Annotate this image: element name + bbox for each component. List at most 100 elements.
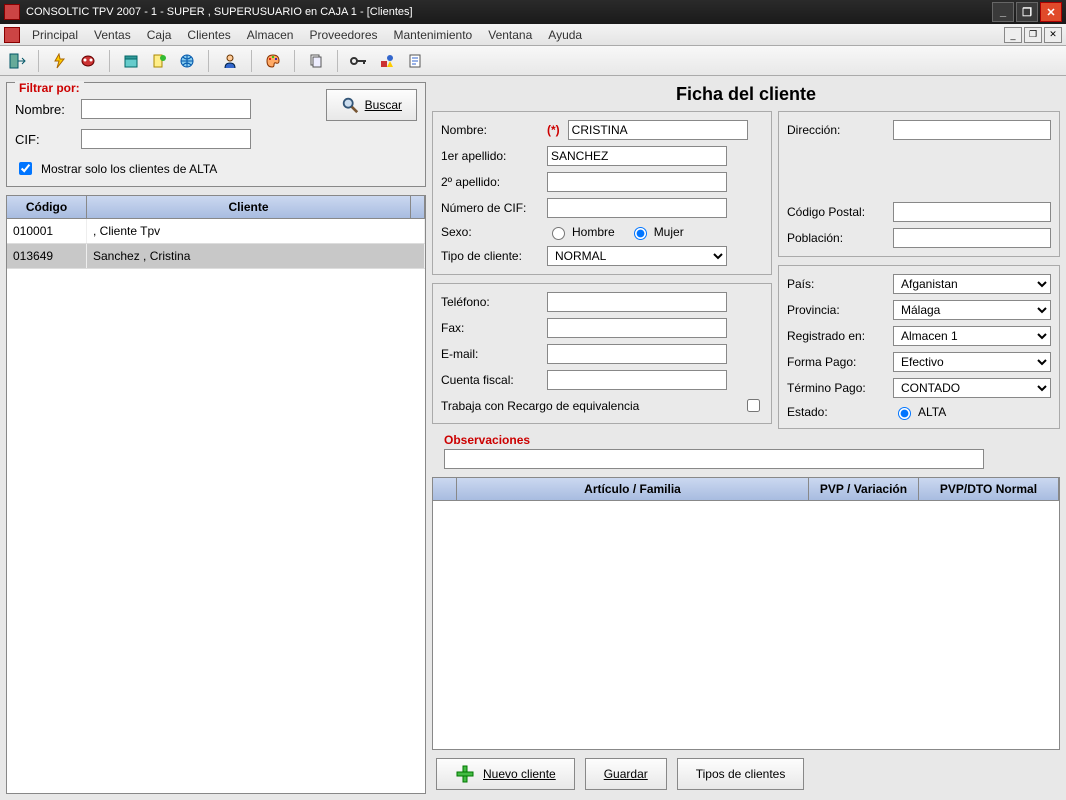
label-cp: Código Postal:	[787, 205, 887, 219]
client-grid-body: 010001, Cliente Tpv013649Sanchez , Crist…	[7, 219, 425, 269]
label-fax: Fax:	[441, 321, 541, 335]
menu-ayuda[interactable]: Ayuda	[540, 25, 590, 45]
input-ape1[interactable]	[547, 146, 727, 166]
filter-nombre-input[interactable]	[81, 99, 251, 119]
toolbar-palette-icon[interactable]	[262, 50, 284, 72]
mdi-icon	[4, 27, 20, 43]
label-registrado: Registrado en:	[787, 329, 887, 343]
toolbar-shapes-icon[interactable]	[376, 50, 398, 72]
filter-nombre-label: Nombre:	[15, 102, 75, 117]
menu-mantenimiento[interactable]: Mantenimiento	[386, 25, 481, 45]
label-cuenta: Cuenta fiscal:	[441, 373, 541, 387]
input-cif[interactable]	[547, 198, 727, 218]
input-cuenta[interactable]	[547, 370, 727, 390]
app-icon	[4, 4, 20, 20]
radio-hombre[interactable]	[552, 227, 565, 240]
group-contact: Teléfono: Fax: E-mail: Cuenta fiscal: Tr…	[432, 283, 772, 424]
toolbar-globe-icon[interactable]	[176, 50, 198, 72]
cell-cliente: Sanchez , Cristina	[87, 244, 425, 268]
content-area: Filtrar por: Nombre: CIF: Buscar	[0, 76, 1066, 800]
filter-alta-label: Mostrar solo los clientes de ALTA	[41, 162, 217, 176]
radio-alta[interactable]	[898, 407, 911, 420]
input-observaciones[interactable]	[444, 449, 984, 469]
mdi-close-button[interactable]: ✕	[1044, 27, 1062, 43]
toolbar-user-icon[interactable]	[219, 50, 241, 72]
toolbar-doc-icon[interactable]	[404, 50, 426, 72]
article-grid-header: Artículo / Familia PVP / Variación PVP/D…	[433, 478, 1059, 501]
label-poblacion: Población:	[787, 231, 887, 245]
mdi-minimize-button[interactable]: _	[1004, 27, 1022, 43]
required-marker: (*)	[547, 123, 560, 137]
maximize-button[interactable]: ❐	[1016, 2, 1038, 22]
toolbar-mask-icon[interactable]	[77, 50, 99, 72]
menu-principal[interactable]: Principal	[24, 25, 86, 45]
input-ape2[interactable]	[547, 172, 727, 192]
tipos-clientes-button[interactable]: Tipos de clientes	[677, 758, 805, 790]
label-ape1: 1er apellido:	[441, 149, 541, 163]
input-fax[interactable]	[547, 318, 727, 338]
titlebar: CONSOLTIC TPV 2007 - 1 - SUPER , SUPERUS…	[0, 0, 1066, 24]
input-nombre[interactable]	[568, 120, 748, 140]
label-recargo: Trabaja con Recargo de equivalencia	[441, 399, 639, 413]
input-cp[interactable]	[893, 202, 1051, 222]
label-cif: Número de CIF:	[441, 201, 541, 215]
mdi-restore-button[interactable]: ❐	[1024, 27, 1042, 43]
select-pais[interactable]: Afganistan	[893, 274, 1051, 294]
radio-hombre-wrap[interactable]: Hombre	[547, 224, 615, 240]
toolbar-box-icon[interactable]	[120, 50, 142, 72]
header-cliente[interactable]: Cliente	[87, 196, 411, 218]
menubar: Principal Ventas Caja Clientes Almacen P…	[0, 24, 1066, 46]
checkbox-recargo[interactable]	[747, 399, 760, 412]
filter-cif-input[interactable]	[81, 129, 251, 149]
radio-alta-wrap[interactable]: ALTA	[893, 404, 946, 420]
label-direccion: Dirección:	[787, 123, 887, 137]
menu-almacen[interactable]: Almacen	[239, 25, 302, 45]
label-ape2: 2º apellido:	[441, 175, 541, 189]
radio-mujer[interactable]	[634, 227, 647, 240]
filter-legend: Filtrar por:	[15, 81, 84, 95]
input-telefono[interactable]	[547, 292, 727, 312]
header-spacer	[411, 196, 425, 218]
filter-box: Filtrar por: Nombre: CIF: Buscar	[6, 82, 426, 187]
right-panel: Ficha del cliente Nombre: (*) 1er apelli…	[432, 82, 1060, 794]
select-terminopago[interactable]: CONTADO	[893, 378, 1051, 398]
menu-clientes[interactable]: Clientes	[179, 25, 238, 45]
label-pais: País:	[787, 277, 887, 291]
filter-alta-checkbox[interactable]	[19, 162, 32, 175]
group-misc: País:Afganistan Provincia:Málaga Registr…	[778, 265, 1060, 429]
table-row[interactable]: 010001, Cliente Tpv	[7, 219, 425, 244]
toolbar-bolt-icon[interactable]	[49, 50, 71, 72]
form-area: Nombre: (*) 1er apellido: 2º apellido: N…	[432, 111, 1060, 429]
action-bar: Nuevo cliente Guardar Tipos de clientes	[432, 750, 1060, 794]
toolbar-note-icon[interactable]	[148, 50, 170, 72]
toolbar-exit-icon[interactable]	[6, 50, 28, 72]
guardar-button[interactable]: Guardar	[585, 758, 667, 790]
select-provincia[interactable]: Málaga	[893, 300, 1051, 320]
menu-ventana[interactable]: Ventana	[480, 25, 540, 45]
client-grid-header: Código Cliente	[7, 196, 425, 219]
table-row[interactable]: 013649Sanchez , Cristina	[7, 244, 425, 269]
nuevo-cliente-button[interactable]: Nuevo cliente	[436, 758, 575, 790]
close-button[interactable]: ✕	[1040, 2, 1062, 22]
artheader-dto[interactable]: PVP/DTO Normal	[919, 478, 1059, 500]
menu-proveedores[interactable]: Proveedores	[301, 25, 385, 45]
input-poblacion[interactable]	[893, 228, 1051, 248]
buscar-button[interactable]: Buscar	[326, 89, 417, 121]
menu-ventas[interactable]: Ventas	[86, 25, 139, 45]
artheader-articulo[interactable]: Artículo / Familia	[457, 478, 809, 500]
artheader-blank	[433, 478, 457, 500]
select-tipo[interactable]: NORMAL	[547, 246, 727, 266]
radio-mujer-wrap[interactable]: Mujer	[629, 224, 684, 240]
header-codigo[interactable]: Código	[7, 196, 87, 218]
toolbar-key-icon[interactable]	[348, 50, 370, 72]
select-registrado[interactable]: Almacen 1	[893, 326, 1051, 346]
artheader-pvp[interactable]: PVP / Variación	[809, 478, 919, 500]
toolbar-copy-icon[interactable]	[305, 50, 327, 72]
select-formapago[interactable]: Efectivo	[893, 352, 1051, 372]
minimize-button[interactable]: _	[992, 2, 1014, 22]
input-email[interactable]	[547, 344, 727, 364]
input-direccion[interactable]	[893, 120, 1051, 140]
toolbar	[0, 46, 1066, 76]
label-terminopago: Término Pago:	[787, 381, 887, 395]
menu-caja[interactable]: Caja	[139, 25, 180, 45]
